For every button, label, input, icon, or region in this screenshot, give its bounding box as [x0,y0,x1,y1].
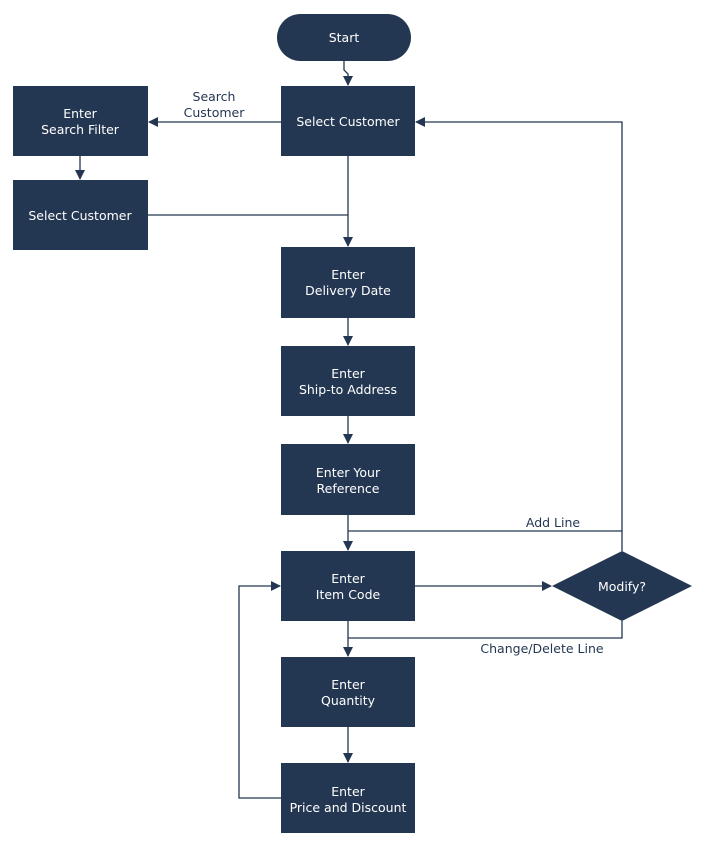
node-enter-item-code[interactable]: Enter Item Code [281,551,415,621]
node-label: Enter [331,366,365,381]
node-enter-your-reference[interactable]: Enter Your Reference [281,444,415,515]
node-label: Ship-to Address [299,382,397,397]
edge-add-line [348,530,623,551]
node-label: Enter [331,784,365,799]
node-label: Search Filter [41,122,120,137]
node-label: Select Customer [296,114,400,129]
edge-label-search-customer-2: Customer [184,105,246,120]
node-label: Reference [317,481,380,496]
edge-label-change-delete-line: Change/Delete Line [480,641,603,656]
edge-start-to-select [343,61,353,86]
node-label: Price and Discount [290,800,407,815]
node-select-customer-filtered[interactable]: Select Customer [13,180,148,250]
node-label: Start [329,30,360,45]
node-label: Delivery Date [305,283,391,298]
node-label: Enter [63,106,97,121]
node-enter-quantity[interactable]: Enter Quantity [281,657,415,727]
edge-change-delete-line [348,621,623,639]
node-label: Enter Your [316,465,381,480]
node-label: Enter [331,571,365,586]
flowchart: Search Customer Add Line Change/Delete L… [13,14,692,833]
node-enter-delivery-date[interactable]: Enter Delivery Date [281,247,415,318]
node-label: Quantity [321,693,376,708]
edge-price-loop-to-itemcode [238,581,281,799]
node-start[interactable]: Start [277,14,411,61]
edge-modify-to-select-customer [415,117,623,531]
edge-label-add-line: Add Line [526,515,581,530]
node-enter-price-discount[interactable]: Enter Price and Discount [281,763,415,833]
node-label: Item Code [316,587,381,602]
node-enter-ship-to[interactable]: Enter Ship-to Address [281,346,415,416]
node-select-customer[interactable]: Select Customer [281,86,415,156]
node-label: Select Customer [28,208,132,223]
edge-label-search-customer-1: Search [193,89,236,104]
node-enter-search-filter[interactable]: Enter Search Filter [13,86,148,156]
node-label: Enter [331,267,365,282]
node-label: Modify? [598,579,646,594]
node-modify-decision[interactable]: Modify? [552,551,692,621]
node-label: Enter [331,677,365,692]
